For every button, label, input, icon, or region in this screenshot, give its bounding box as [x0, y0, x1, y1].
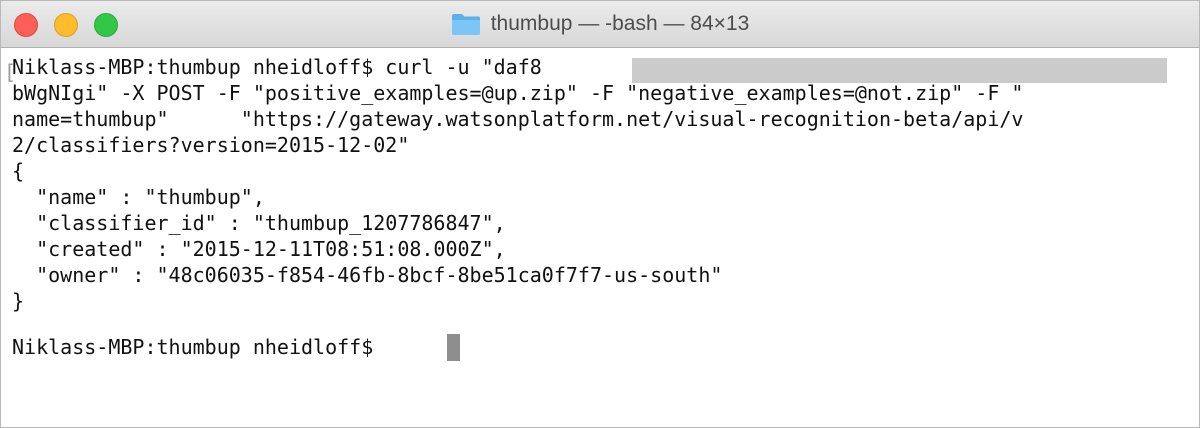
terminal-line: "owner" : "48c06035-f854-46fb-8bcf-8be51… [12, 263, 723, 287]
window-title: thumbup — -bash — 84×13 [490, 12, 750, 35]
title-bar[interactable]: thumbup — -bash — 84×13 [1, 1, 1199, 48]
terminal-line: "name" : "thumbup", [12, 185, 265, 209]
folder-icon [451, 14, 480, 35]
terminal-line: 2/classifiers?version=2015-12-02" [12, 133, 410, 157]
terminal-cursor [447, 334, 460, 361]
terminal-line: name=thumbup" "https://gateway.watsonpla… [12, 107, 1024, 131]
terminal-line: { [12, 159, 25, 183]
window-title-area: thumbup — -bash — 84×13 [1, 1, 1199, 47]
line-bracket-marker: [ [4, 60, 17, 84]
terminal-prompt: Niklass-MBP:thumbup nheidloff$ [12, 335, 386, 359]
redacted-credentials [632, 58, 1167, 83]
terminal-line: "created" : "2015-12-11T08:51:08.000Z", [12, 237, 506, 261]
terminal-window: thumbup — -bash — 84×13 Niklass-MBP:thum… [0, 0, 1200, 428]
terminal-line: "classifier_id" : "thumbup_1207786847", [12, 211, 506, 235]
terminal-output[interactable]: Niklass-MBP:thumbup nheidloff$ curl -u "… [1, 48, 1199, 427]
terminal-line: } [12, 289, 25, 313]
terminal-line: bWgNIgi" -X POST -F "positive_examples=@… [12, 81, 1024, 105]
